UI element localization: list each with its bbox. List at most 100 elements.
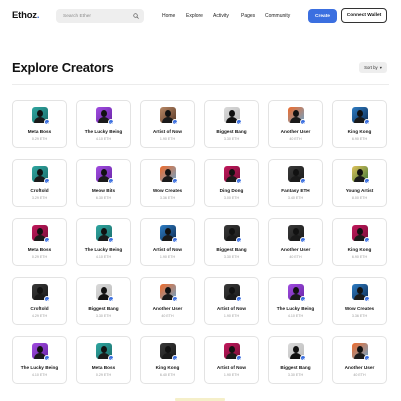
creator-card[interactable]: Meta Boss 0.29 ETH xyxy=(12,100,67,148)
creator-card[interactable]: Croftold 3.29 ETH xyxy=(12,159,67,207)
verified-check-icon xyxy=(172,355,178,361)
avatar-head xyxy=(293,228,299,235)
creator-card[interactable]: Biggest Bang 3.30 ETH xyxy=(204,100,259,148)
nav-community[interactable]: Community xyxy=(265,13,290,19)
verified-check-icon xyxy=(300,355,306,361)
creator-card[interactable]: Meta Boss 0.29 ETH xyxy=(76,336,131,384)
verified-check-icon xyxy=(364,296,370,302)
avatar-head xyxy=(37,110,43,117)
creator-card[interactable]: Another User 40 ETH xyxy=(332,336,387,384)
avatar-head xyxy=(37,169,43,176)
nav-home[interactable]: Home xyxy=(162,13,175,19)
creator-card[interactable]: King Kong 6.90 ETH xyxy=(332,218,387,266)
creator-name: Biggest Bang xyxy=(216,247,247,252)
creator-name: Another User xyxy=(280,247,311,252)
creator-card[interactable]: Biggest Bang 3.30 ETH xyxy=(76,277,131,325)
creator-value: 40 ETH xyxy=(353,373,366,377)
creator-value: 3.00 ETH xyxy=(223,196,240,200)
creator-card[interactable]: Artist of Now 1.90 ETH xyxy=(140,100,195,148)
creator-card[interactable]: Another User 40 ETH xyxy=(268,218,323,266)
creator-value: 40 ETH xyxy=(161,314,174,318)
verified-check-icon xyxy=(364,178,370,184)
avatar-head xyxy=(293,169,299,176)
creator-value: 4.10 ETH xyxy=(95,255,112,259)
creator-card[interactable]: Fantasy ETH 3.40 ETH xyxy=(268,159,323,207)
search-input[interactable]: Search Ether xyxy=(56,9,144,23)
creator-name: Artist of Now xyxy=(216,306,247,311)
verified-check-icon xyxy=(236,296,242,302)
avatar-head xyxy=(293,287,299,294)
verified-check-icon xyxy=(172,178,178,184)
avatar-head xyxy=(229,169,235,176)
nav-explore[interactable]: Explore xyxy=(186,13,203,19)
creator-card[interactable]: Another User 40 ETH xyxy=(140,277,195,325)
avatar-head xyxy=(101,287,107,294)
creator-card[interactable]: The Lucky Being 4.10 ETH xyxy=(12,336,67,384)
avatar-head xyxy=(229,228,235,235)
sort-dropdown[interactable]: Sort by ▾ xyxy=(359,62,387,73)
top-navbar: Ethoz. Search Ether Home Explore Activit… xyxy=(0,0,401,34)
connect-wallet-button[interactable]: Connect Wallet xyxy=(341,8,387,23)
creator-value: 4.29 ETH xyxy=(31,314,48,318)
creator-name: King Kong xyxy=(155,365,180,370)
creator-card[interactable]: Biggest Bang 3.30 ETH xyxy=(268,336,323,384)
creator-value: 1.90 ETH xyxy=(223,314,240,318)
avatar-head xyxy=(293,110,299,117)
creator-value: 40 ETH xyxy=(289,255,302,259)
avatar-head xyxy=(101,110,107,117)
creator-card[interactable]: Artist of Now 1.90 ETH xyxy=(204,277,259,325)
creator-card[interactable]: Young Artist 8.00 ETH xyxy=(332,159,387,207)
creator-value: 40 ETH xyxy=(289,137,302,141)
chevron-down-icon: ▾ xyxy=(379,64,382,70)
creator-card[interactable]: King Kong 6.90 ETH xyxy=(332,100,387,148)
creator-name: Artist of Now xyxy=(152,247,183,252)
creator-card[interactable]: Another User 40 ETH xyxy=(268,100,323,148)
creator-card[interactable]: The Lucky Being 4.10 ETH xyxy=(76,218,131,266)
creator-name: The Lucky Being xyxy=(84,129,123,134)
creator-card[interactable]: King Kong 6.40 ETH xyxy=(140,336,195,384)
verified-check-icon xyxy=(108,355,114,361)
creator-card[interactable]: Wow Creates 3.36 ETH xyxy=(140,159,195,207)
creator-card[interactable]: Wow Creates 3.36 ETH xyxy=(332,277,387,325)
creator-value: 4.10 ETH xyxy=(287,314,304,318)
verified-check-icon xyxy=(300,296,306,302)
creator-card[interactable]: Artist of Now 1.90 ETH xyxy=(204,336,259,384)
creator-card[interactable]: The Lucky Being 4.10 ETH xyxy=(268,277,323,325)
creator-card[interactable]: The Lucky Being 4.10 ETH xyxy=(76,100,131,148)
verified-check-icon xyxy=(172,296,178,302)
verified-check-icon xyxy=(236,119,242,125)
avatar-head xyxy=(37,346,43,353)
page-title: Explore Creators xyxy=(12,60,114,75)
avatar-head xyxy=(357,110,363,117)
verified-check-icon xyxy=(236,178,242,184)
creator-name: Artist of Now xyxy=(216,365,247,370)
avatar-head xyxy=(37,287,43,294)
creator-card[interactable]: Artist of Now 1.90 ETH xyxy=(140,218,195,266)
creator-name: Wow Creates xyxy=(344,306,375,311)
creator-value: 0.29 ETH xyxy=(31,137,48,141)
creator-card[interactable]: Meow Bits 6.30 ETH xyxy=(76,159,131,207)
verified-check-icon xyxy=(172,119,178,125)
creator-card[interactable]: Meta Boss 0.29 ETH xyxy=(12,218,67,266)
verified-check-icon xyxy=(364,355,370,361)
creator-value: 3.30 ETH xyxy=(223,137,240,141)
verified-check-icon xyxy=(364,119,370,125)
creator-card[interactable]: Ding Dong 3.00 ETH xyxy=(204,159,259,207)
nav-activity[interactable]: Activity xyxy=(213,13,229,19)
avatar-head xyxy=(165,228,171,235)
creator-card[interactable]: Biggest Bang 3.30 ETH xyxy=(204,218,259,266)
avatar-head xyxy=(37,228,43,235)
avatar-head xyxy=(101,169,107,176)
nav-pages[interactable]: Pages xyxy=(241,13,255,19)
brand-logo[interactable]: Ethoz. xyxy=(12,10,40,21)
verified-check-icon xyxy=(44,296,50,302)
verified-check-icon xyxy=(108,119,114,125)
avatar-head xyxy=(229,287,235,294)
creator-card[interactable]: Croftold 4.29 ETH xyxy=(12,277,67,325)
creator-value: 0.29 ETH xyxy=(95,373,112,377)
creator-value: 3.30 ETH xyxy=(287,373,304,377)
creator-name: King Kong xyxy=(347,129,372,134)
create-button[interactable]: Create xyxy=(308,9,337,23)
avatar-head xyxy=(357,228,363,235)
creator-name: Biggest Bang xyxy=(216,129,247,134)
